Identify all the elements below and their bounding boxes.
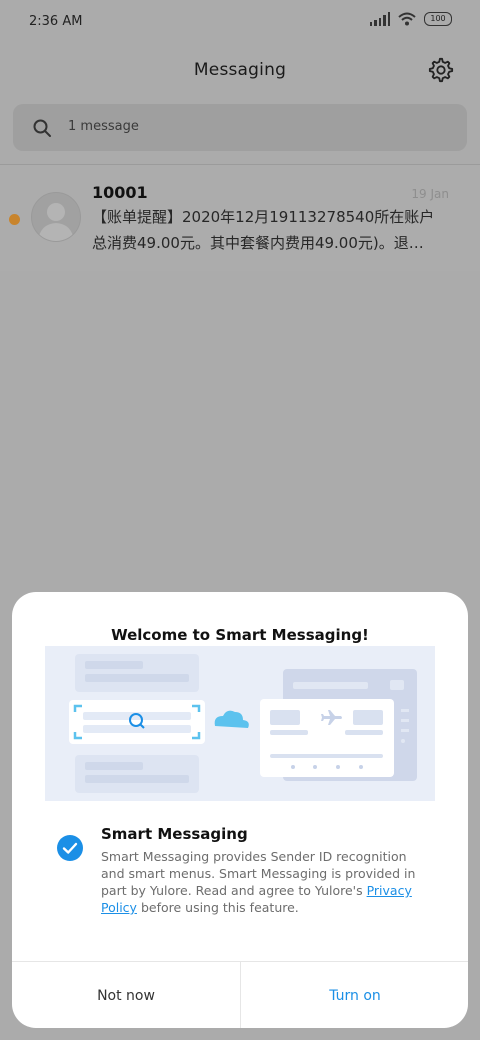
smart-messaging-illustration (45, 646, 435, 801)
search-input[interactable]: 1 message (13, 104, 467, 151)
search-icon (33, 119, 51, 137)
thread-sender: 10001 (92, 183, 148, 202)
list-item[interactable]: 10001 19 Jan 【账单提醒】2020年12月19113278540所在… (0, 165, 480, 271)
status-time: 2:36 AM (29, 14, 83, 29)
option-title: Smart Messaging (101, 825, 248, 843)
option-description: Smart Messaging provides Sender ID recog… (101, 848, 431, 916)
dialog-footer: Not now Turn on (12, 961, 468, 1028)
checkmark-icon (62, 842, 78, 854)
avatar (31, 192, 81, 242)
status-bar: 2:36 AM 100 (0, 0, 480, 44)
gear-icon[interactable] (428, 57, 454, 83)
turn-on-button[interactable]: Turn on (240, 962, 468, 1028)
smart-messaging-checkbox[interactable] (57, 835, 83, 861)
signal-icon (369, 12, 390, 26)
smart-messaging-dialog: Welcome to Smart Messaging! Smart Messag… (12, 592, 468, 1028)
page-title: Messaging (193, 60, 287, 80)
not-now-button[interactable]: Not now (12, 962, 240, 1028)
unread-dot (9, 214, 20, 225)
app-header: Messaging (0, 48, 480, 96)
battery-icon: 100 (424, 12, 452, 26)
option-description-tail: before using this feature. (136, 900, 299, 915)
thread-date: 19 Jan (411, 187, 449, 201)
search-placeholder: 1 message (68, 119, 139, 134)
dialog-title: Welcome to Smart Messaging! (111, 626, 369, 644)
wifi-icon (398, 12, 416, 26)
thread-preview: 【账单提醒】2020年12月19113278540所在账户总消费49.00元。其… (92, 208, 435, 252)
person-icon (38, 203, 74, 241)
status-icons: 100 (369, 12, 452, 26)
